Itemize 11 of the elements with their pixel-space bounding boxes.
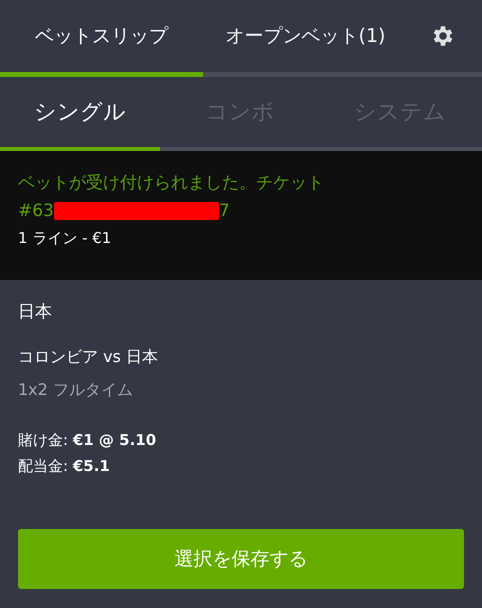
stake-text: 賭け金: €1 @ 5.10	[18, 430, 158, 451]
ticket-number: #63	[18, 200, 54, 223]
payout-text: 配当金: €5.1	[18, 456, 111, 477]
selection-name: 日本	[18, 301, 53, 323]
ticket-number: 7	[218, 200, 230, 223]
market-name: 1x2 フルタイム	[18, 380, 134, 401]
match-name: コロンビア vs 日本	[18, 347, 159, 368]
bet-summary: 1 ライン - €1	[18, 229, 112, 247]
tab[interactable]: ベットスリップ	[0, 0, 203, 72]
confirmation-message: ベットが受け付けられました。チケット	[18, 172, 324, 195]
tab[interactable]: オープンベット(1)	[203, 0, 408, 72]
